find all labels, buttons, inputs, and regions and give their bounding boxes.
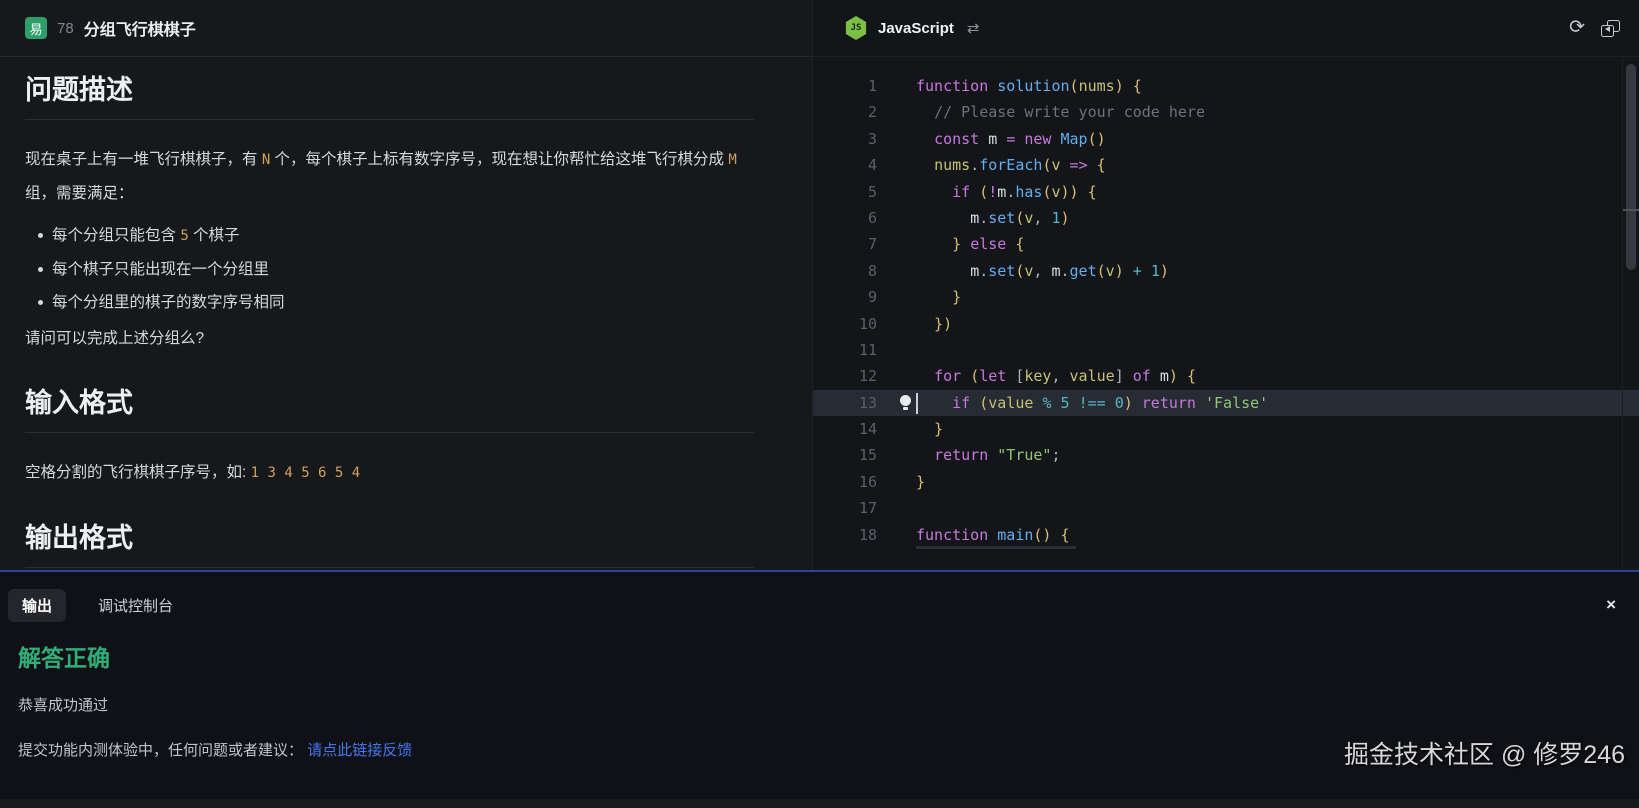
lightbulb-icon[interactable] [900, 395, 912, 412]
line-number: 3 [813, 126, 877, 152]
inline-code: 1 3 4 5 6 5 4 [251, 465, 361, 481]
code-line-4[interactable]: 4 nums.forEach(v => { [813, 152, 1639, 178]
editor-header: JS JavaScript ⇄ ⟳ [813, 0, 1639, 57]
line-number: 2 [813, 99, 877, 125]
editor-panel: JS JavaScript ⇄ ⟳ 1function solution(num… [813, 0, 1639, 570]
text-cursor [916, 393, 918, 414]
code-line-12[interactable]: 12 for (let [key, value] of m) { [813, 363, 1639, 389]
line-number: 13 [813, 390, 877, 416]
code-line-15[interactable]: 15 return "True"; [813, 442, 1639, 468]
bottom-scrollbar-strip [0, 799, 1639, 808]
code-line-18[interactable]: 18function main() { [813, 522, 1639, 548]
code-line-10[interactable]: 10 }) [813, 311, 1639, 337]
code-line-3[interactable]: 3 const m = new Map() [813, 126, 1639, 152]
input-heading: 输入格式 [25, 381, 754, 433]
horizontal-scrollbar-thumb[interactable] [916, 546, 1076, 549]
code-line-13[interactable]: 13 if (value % 5 !== 0) return 'False' [813, 390, 1639, 416]
bullet-icon [38, 233, 43, 238]
line-number: 7 [813, 231, 877, 257]
problem-question: 请问可以完成上述分组么? [25, 322, 754, 355]
problem-title: 分组飞行棋棋子 [84, 16, 196, 40]
line-number: 15 [813, 442, 877, 468]
problem-number: 78 [57, 20, 74, 37]
scrollbar-track [1622, 57, 1623, 570]
output-heading: 输出格式 [25, 516, 754, 568]
line-number: 18 [813, 522, 877, 548]
code-line-6[interactable]: 6 m.set(v, 1) [813, 205, 1639, 231]
result-status: 解答正确 [18, 639, 1639, 673]
inline-code: N [262, 152, 270, 168]
line-number: 5 [813, 179, 877, 205]
bullet-icon [38, 267, 43, 272]
problem-content: 问题描述 现在桌子上有一堆飞行棋棋子，有 N 个，每个棋子上标有数字序号，现在想… [0, 68, 812, 570]
line-number: 8 [813, 258, 877, 284]
code-line-5[interactable]: 5 if (!m.has(v)) { [813, 179, 1639, 205]
code-editor[interactable]: 1function solution(nums) {2 // Please wr… [813, 57, 1639, 548]
watermark: 掘金技术社区 @ 修罗246 [1344, 735, 1625, 771]
inline-code: M [728, 152, 736, 168]
panel-layout-icon[interactable] [1601, 20, 1620, 37]
language-label: JavaScript [878, 20, 954, 37]
line-number: 16 [813, 469, 877, 495]
code-line-8[interactable]: 8 m.set(v, m.get(v) + 1) [813, 258, 1639, 284]
switch-language-icon[interactable]: ⇄ [967, 19, 980, 37]
editor-actions: ⟳ [1569, 19, 1620, 37]
list-item: 每个棋子只能出现在一个分组里 [25, 253, 754, 286]
tab-debug-console[interactable]: 调试控制台 [84, 589, 187, 622]
output-panel: 输出 调试控制台 × 解答正确 恭喜成功通过 提交功能内测体验中，任何问题或者建… [0, 572, 1639, 808]
code-line-7[interactable]: 7 } else { [813, 231, 1639, 257]
tab-output[interactable]: 输出 [8, 589, 66, 622]
code-line-14[interactable]: 14 } [813, 416, 1639, 442]
line-number: 12 [813, 363, 877, 389]
problem-intro: 现在桌子上有一堆飞行棋棋子，有 N 个，每个棋子上标有数字序号，现在想让你帮忙给… [25, 143, 754, 210]
feedback-link[interactable]: 请点此链接反馈 [307, 742, 412, 759]
app-window: 易 78 分组飞行棋棋子 问题描述 现在桌子上有一堆飞行棋棋子，有 N 个，每个… [0, 0, 1639, 808]
code-line-2[interactable]: 2 // Please write your code here [813, 99, 1639, 125]
difficulty-badge: 易 [25, 17, 47, 39]
code-line-1[interactable]: 1function solution(nums) { [813, 73, 1639, 99]
description-heading: 问题描述 [25, 68, 754, 120]
overview-ruler-mark [1623, 209, 1639, 211]
rules-list: 每个分组只能包含 5 个棋子 每个棋子只能出现在一个分组里 每个分组里的棋子的数… [25, 219, 754, 319]
line-number: 1 [813, 73, 877, 99]
code-line-17[interactable]: 17 [813, 495, 1639, 521]
result-subtitle: 恭喜成功通过 [18, 694, 1639, 715]
line-number: 14 [813, 416, 877, 442]
line-number: 17 [813, 495, 877, 521]
close-icon[interactable]: × [1606, 596, 1616, 613]
inline-code: 5 [180, 228, 188, 244]
line-number: 6 [813, 205, 877, 231]
line-number: 9 [813, 284, 877, 310]
line-number: 4 [813, 152, 877, 178]
output-tabs: 输出 调试控制台 [8, 589, 1639, 622]
problem-header: 易 78 分组飞行棋棋子 [0, 0, 812, 57]
feedback-text: 提交功能内测体验中，任何问题或者建议： [18, 742, 303, 759]
bullet-icon [38, 300, 43, 305]
line-number: 11 [813, 337, 877, 363]
code-line-11[interactable]: 11 [813, 337, 1639, 363]
list-item: 每个分组只能包含 5 个棋子 [25, 219, 754, 253]
code-line-16[interactable]: 16} [813, 469, 1639, 495]
problem-panel: 易 78 分组飞行棋棋子 问题描述 现在桌子上有一堆飞行棋棋子，有 N 个，每个… [0, 0, 813, 570]
vertical-scrollbar-thumb[interactable] [1626, 64, 1636, 270]
nodejs-icon: JS [845, 16, 867, 40]
code-line-9[interactable]: 9 } [813, 284, 1639, 310]
reset-code-icon[interactable]: ⟳ [1569, 19, 1585, 37]
input-description: 空格分割的飞行棋棋子序号，如: 1 3 4 5 6 5 4 [25, 456, 754, 490]
line-number: 10 [813, 311, 877, 337]
list-item: 每个分组里的棋子的数字序号相同 [25, 286, 754, 319]
